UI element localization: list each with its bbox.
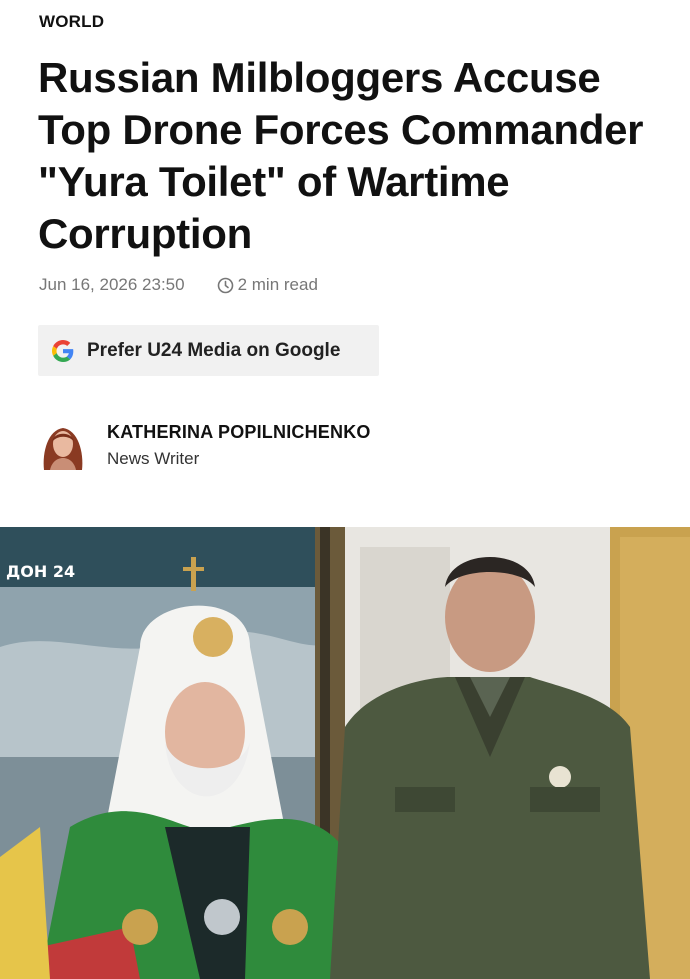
article-meta: Jun 16, 2026 23:50 2 min read: [39, 275, 318, 295]
channel-watermark: ДОН 24: [6, 562, 75, 581]
avatar[interactable]: [38, 420, 88, 470]
author-role: News Writer: [107, 448, 200, 468]
prefer-on-google-label: Prefer U24 Media on Google: [87, 339, 341, 361]
prefer-on-google-button[interactable]: Prefer U24 Media on Google: [38, 325, 379, 376]
article-headline: Russian Milbloggers Accuse Top Drone For…: [38, 54, 644, 257]
clock-icon: [217, 277, 233, 293]
section-label[interactable]: WORLD: [39, 12, 104, 32]
author-byline[interactable]: KATHERINA POPILNICHENKO News Writer: [38, 420, 371, 470]
watermark-text: ДОН 24: [6, 562, 75, 581]
hero-image: ДОН 24: [0, 527, 690, 979]
google-g-icon: [52, 339, 74, 362]
read-time: 2 min read: [217, 275, 318, 295]
author-info: KATHERINA POPILNICHENKO News Writer: [107, 422, 371, 469]
author-name[interactable]: KATHERINA POPILNICHENKO: [107, 422, 371, 443]
publish-date: Jun 16, 2026 23:50: [39, 275, 185, 294]
read-time-label: 2 min read: [237, 275, 318, 294]
